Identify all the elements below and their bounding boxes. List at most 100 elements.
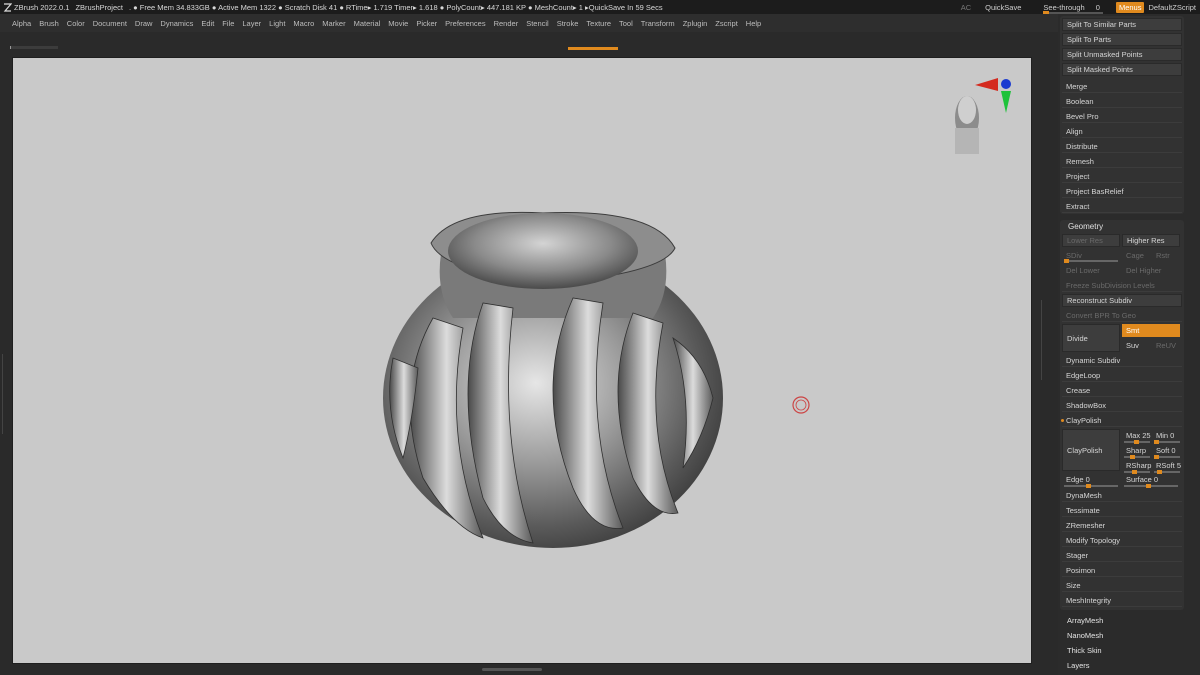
- extract-button[interactable]: Extract: [1062, 200, 1182, 213]
- split-to-parts-button[interactable]: Split To Parts: [1062, 33, 1182, 46]
- soft-slider-track[interactable]: [1154, 455, 1180, 459]
- modify-topology-button[interactable]: Modify Topology: [1062, 534, 1182, 547]
- arraymesh-section[interactable]: ArrayMesh: [1067, 616, 1103, 625]
- del-higher-button[interactable]: Del Higher: [1122, 264, 1180, 277]
- menu-marker[interactable]: Marker: [322, 19, 345, 28]
- geometry-title[interactable]: Geometry: [1068, 222, 1103, 231]
- top-shelf: [0, 32, 1058, 54]
- layers-section[interactable]: Layers: [1067, 661, 1090, 670]
- bottom-shelf-handle[interactable]: [482, 668, 542, 671]
- shadowbox-button[interactable]: ShadowBox: [1062, 399, 1182, 412]
- zbrush-logo-icon: [2, 2, 12, 12]
- quicksave-button[interactable]: QuickSave: [985, 3, 1021, 12]
- menu-light[interactable]: Light: [269, 19, 285, 28]
- menu-preferences[interactable]: Preferences: [445, 19, 485, 28]
- menu-render[interactable]: Render: [494, 19, 519, 28]
- menu-layer[interactable]: Layer: [242, 19, 261, 28]
- meshintegrity-button[interactable]: MeshIntegrity: [1062, 594, 1182, 607]
- geometry-panel: Geometry Lower Res Higher Res SDiv Cage Rstr D…: [1060, 220, 1184, 610]
- max-slider-track[interactable]: [1124, 440, 1150, 444]
- menu-transform[interactable]: Transform: [641, 19, 675, 28]
- project-name: ZBrushProject: [75, 2, 123, 12]
- freeze-subdivision-button[interactable]: Freeze SubDivision Levels: [1062, 279, 1182, 292]
- smt-toggle[interactable]: Smt: [1122, 324, 1180, 337]
- menu-stroke[interactable]: Stroke: [557, 19, 579, 28]
- menu-zscript[interactable]: Zscript: [715, 19, 738, 28]
- left-shelf: [0, 54, 12, 666]
- reconstruct-subdiv-button[interactable]: Reconstruct Subdiv: [1062, 294, 1182, 307]
- right-shelf-grip[interactable]: [1036, 300, 1042, 380]
- claypolish-button[interactable]: ClayPolish: [1062, 429, 1120, 471]
- active-menu-indicator: [568, 47, 618, 50]
- menu-help[interactable]: Help: [746, 19, 761, 28]
- menu-picker[interactable]: Picker: [416, 19, 437, 28]
- menu-brush[interactable]: Brush: [39, 19, 59, 28]
- shelf-tab[interactable]: [10, 46, 58, 49]
- cage-button[interactable]: Cage: [1122, 249, 1150, 262]
- size-button[interactable]: Size: [1062, 579, 1182, 592]
- project-basrelief-button[interactable]: Project BasRelief: [1062, 185, 1182, 198]
- divide-button[interactable]: Divide: [1062, 324, 1120, 352]
- align-button[interactable]: Align: [1062, 125, 1182, 138]
- menu-stencil[interactable]: Stencil: [526, 19, 549, 28]
- menu-movie[interactable]: Movie: [388, 19, 408, 28]
- suv-toggle[interactable]: Suv: [1122, 339, 1150, 352]
- menu-dynamics[interactable]: Dynamics: [160, 19, 193, 28]
- sharp-slider-track[interactable]: [1124, 455, 1150, 459]
- distribute-button[interactable]: Distribute: [1062, 140, 1182, 153]
- posimon-button[interactable]: Posimon: [1062, 564, 1182, 577]
- stager-button[interactable]: Stager: [1062, 549, 1182, 562]
- remesh-button[interactable]: Remesh: [1062, 155, 1182, 168]
- menu-macro[interactable]: Macro: [293, 19, 314, 28]
- menu-draw[interactable]: Draw: [135, 19, 153, 28]
- higher-res-button[interactable]: Higher Res: [1122, 234, 1180, 247]
- reuv-toggle[interactable]: ReUV: [1152, 339, 1180, 352]
- vase-model: [383, 78, 1011, 548]
- app-version: ZBrush 2022.0.1: [14, 2, 70, 12]
- left-shelf-grip[interactable]: [2, 354, 8, 434]
- menu-document[interactable]: Document: [93, 19, 127, 28]
- claypolish-section[interactable]: ClayPolish: [1062, 414, 1182, 427]
- lower-res-button[interactable]: Lower Res: [1062, 234, 1120, 247]
- menu-material[interactable]: Material: [354, 19, 381, 28]
- menu-alpha[interactable]: Alpha: [12, 19, 31, 28]
- tessimate-button[interactable]: Tessimate: [1062, 504, 1182, 517]
- edge-slider-track[interactable]: [1064, 484, 1118, 488]
- menu-edit[interactable]: Edit: [201, 19, 214, 28]
- menu-color[interactable]: Color: [67, 19, 85, 28]
- see-through-label: See-through: [1043, 2, 1085, 12]
- min-slider-track[interactable]: [1154, 440, 1180, 444]
- menu-zplugin[interactable]: Zplugin: [683, 19, 708, 28]
- default-zscript[interactable]: DefaultZScript: [1148, 3, 1196, 12]
- merge-button[interactable]: Merge: [1062, 80, 1182, 93]
- sdiv-slider-track[interactable]: [1064, 259, 1118, 263]
- split-masked-points-button[interactable]: Split Masked Points: [1062, 63, 1182, 76]
- menu-tool[interactable]: Tool: [619, 19, 633, 28]
- edgeloop-button[interactable]: EdgeLoop: [1062, 369, 1182, 382]
- zremesher-button[interactable]: ZRemesher: [1062, 519, 1182, 532]
- menus-button[interactable]: Menus: [1115, 1, 1145, 13]
- split-unmasked-points-button[interactable]: Split Unmasked Points: [1062, 48, 1182, 61]
- dynamic-subdiv-button[interactable]: Dynamic Subdiv: [1062, 354, 1182, 367]
- navigation-head[interactable]: [955, 96, 979, 154]
- surface-slider-track[interactable]: [1124, 484, 1178, 488]
- see-through-value: 0: [1095, 2, 1100, 12]
- split-to-similar-parts-button[interactable]: Split To Similar Parts: [1062, 18, 1182, 31]
- document-canvas[interactable]: [12, 57, 1032, 664]
- del-lower-button[interactable]: Del Lower: [1062, 264, 1120, 277]
- ac-label[interactable]: AC: [961, 3, 971, 12]
- menu-texture[interactable]: Texture: [586, 19, 611, 28]
- thick-skin-section[interactable]: Thick Skin: [1067, 646, 1102, 655]
- bevel-pro-button[interactable]: Bevel Pro: [1062, 110, 1182, 123]
- rstr-button[interactable]: Rstr: [1152, 249, 1180, 262]
- convert-bpr-button[interactable]: Convert BPR To Geo: [1062, 309, 1182, 322]
- subtool-panel: Split To Similar Parts Split To Parts Spli…: [1060, 16, 1184, 214]
- dynamesh-button[interactable]: DynaMesh: [1062, 489, 1182, 502]
- menu-file[interactable]: File: [222, 19, 234, 28]
- title-bar: ZBrush 2022.0.1 ZBrushProject . ● Free M…: [0, 0, 1200, 15]
- see-through-slider[interactable]: See-through 0: [1039, 2, 1104, 15]
- boolean-button[interactable]: Boolean: [1062, 95, 1182, 108]
- nanomesh-section[interactable]: NanoMesh: [1067, 631, 1103, 640]
- project-button[interactable]: Project: [1062, 170, 1182, 183]
- crease-button[interactable]: Crease: [1062, 384, 1182, 397]
